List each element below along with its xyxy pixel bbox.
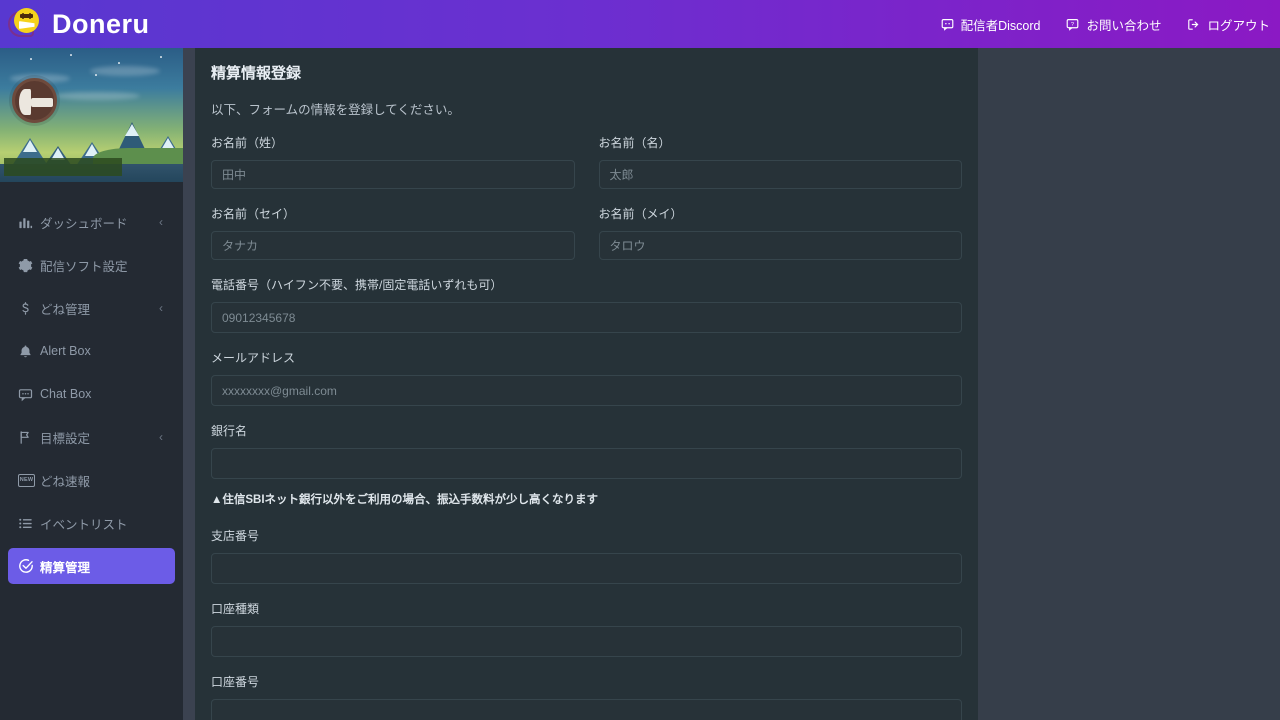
field-email: メールアドレス	[211, 349, 962, 406]
svg-text:?: ?	[1071, 21, 1074, 27]
sidebar-item-dashboard[interactable]: ダッシュボード ‹	[8, 204, 175, 240]
field-label: お名前（姓）	[211, 134, 575, 151]
list-icon	[18, 516, 40, 531]
email-input[interactable]	[211, 375, 962, 406]
sidebar-item-label: 目標設定	[40, 428, 159, 447]
first-name-kana-input[interactable]	[599, 231, 963, 260]
gear-icon	[18, 258, 40, 273]
brand-name: Doneru	[52, 9, 150, 40]
branch-number-input[interactable]	[211, 553, 962, 584]
field-label: 口座種類	[211, 600, 962, 617]
nav-logout[interactable]: ログアウト	[1187, 15, 1270, 34]
kana-row: お名前（セイ） お名前（メイ）	[211, 205, 962, 260]
field-label: お名前（名）	[599, 134, 963, 151]
page-title: 精算情報登録	[211, 62, 962, 83]
doneru-logo-icon	[8, 7, 42, 41]
field-last-name: お名前（姓）	[211, 134, 575, 189]
field-bank-name: 銀行名	[211, 422, 962, 479]
bar-chart-icon	[18, 215, 40, 230]
new-badge-icon: NEW	[18, 474, 40, 487]
brand-logo-group[interactable]: Doneru	[0, 7, 150, 41]
top-nav: 配信者Discord ? お問い合わせ ログアウト	[941, 15, 1280, 34]
chevron-left-icon[interactable]: ‹	[159, 216, 165, 228]
field-branch-number: 支店番号	[211, 527, 962, 584]
last-name-input[interactable]	[211, 160, 575, 189]
field-account-type: 口座種類	[211, 600, 962, 657]
nav-discord[interactable]: 配信者Discord	[941, 15, 1041, 34]
field-label: 口座番号	[211, 673, 962, 690]
sidebar-item-stream-software[interactable]: 配信ソフト設定	[8, 247, 175, 283]
nav-discord-label: 配信者Discord	[961, 15, 1041, 34]
sidebar-item-label: 精算管理	[40, 557, 163, 576]
bell-icon	[18, 344, 40, 359]
sidebar-item-goal-settings[interactable]: 目標設定 ‹	[8, 419, 175, 455]
field-account-number: 口座番号	[211, 673, 962, 720]
check-circle-icon	[18, 558, 40, 574]
account-type-input[interactable]	[211, 626, 962, 657]
profile-banner[interactable]	[0, 48, 183, 182]
nav-contact[interactable]: ? お問い合わせ	[1066, 15, 1161, 34]
display-name-plate	[4, 158, 122, 176]
first-name-input[interactable]	[599, 160, 963, 189]
field-label: お名前（セイ）	[211, 205, 575, 222]
sidebar-item-chat-box[interactable]: Chat Box	[8, 376, 175, 412]
sidebar: ダッシュボード ‹ 配信ソフト設定 どね管理 ‹	[0, 48, 183, 720]
sidebar-item-label: イベントリスト	[40, 514, 163, 533]
last-name-kana-input[interactable]	[211, 231, 575, 260]
sidebar-item-label: どね管理	[40, 299, 159, 318]
help-message-icon: ?	[1066, 18, 1079, 31]
sidebar-item-settlement-management[interactable]: 精算管理	[8, 548, 175, 584]
field-label: メールアドレス	[211, 349, 962, 366]
page-subtitle: 以下、フォームの情報を登録してください。	[211, 99, 962, 118]
field-last-name-kana: お名前（セイ）	[211, 205, 575, 260]
field-label: 銀行名	[211, 422, 962, 439]
sidebar-item-done-news[interactable]: NEW どね速報	[8, 462, 175, 498]
chevron-left-icon[interactable]: ‹	[159, 431, 165, 443]
sidebar-nav: ダッシュボード ‹ 配信ソフト設定 どね管理 ‹	[0, 182, 183, 584]
avatar[interactable]	[12, 78, 57, 123]
flag-icon	[18, 430, 40, 445]
name-row: お名前（姓） お名前（名）	[211, 134, 962, 189]
logout-icon	[1187, 18, 1200, 31]
field-phone: 電話番号（ハイフン不要、携帯/固定電話いずれも可）	[211, 276, 962, 333]
field-label: お名前（メイ）	[599, 205, 963, 222]
chevron-left-icon[interactable]: ‹	[159, 302, 165, 314]
sidebar-item-done-management[interactable]: どね管理 ‹	[8, 290, 175, 326]
sidebar-item-label: Chat Box	[40, 387, 163, 401]
nav-logout-label: ログアウト	[1207, 15, 1270, 34]
main-content: 精算情報登録 以下、フォームの情報を登録してください。 お名前（姓） お名前（名…	[195, 48, 978, 720]
sidebar-item-event-list[interactable]: イベントリスト	[8, 505, 175, 541]
sidebar-scrollbar[interactable]	[183, 48, 195, 720]
sidebar-item-label: どね速報	[40, 471, 163, 490]
field-label: 支店番号	[211, 527, 962, 544]
nav-contact-label: お問い合わせ	[1086, 15, 1161, 34]
sidebar-item-alert-box[interactable]: Alert Box	[8, 333, 175, 369]
field-first-name-kana: お名前（メイ）	[599, 205, 963, 260]
field-first-name: お名前（名）	[599, 134, 963, 189]
bank-name-input[interactable]	[211, 448, 962, 479]
sidebar-item-label: Alert Box	[40, 344, 163, 358]
account-number-input[interactable]	[211, 699, 962, 720]
phone-input[interactable]	[211, 302, 962, 333]
new-badge-text: NEW	[18, 474, 35, 487]
field-label: 電話番号（ハイフン不要、携帯/固定電話いずれも可）	[211, 276, 962, 293]
bank-fee-note: ▲住信SBIネット銀行以外をご利用の場合、振込手数料が少し高くなります	[211, 491, 962, 507]
sidebar-item-label: ダッシュボード	[40, 213, 159, 232]
sidebar-item-label: 配信ソフト設定	[40, 256, 163, 275]
dollar-icon	[18, 301, 40, 316]
discord-chat-icon	[941, 18, 954, 31]
top-header-bar: Doneru 配信者Discord ? お問い合わせ	[0, 0, 1280, 48]
chat-bubble-icon	[18, 387, 40, 402]
